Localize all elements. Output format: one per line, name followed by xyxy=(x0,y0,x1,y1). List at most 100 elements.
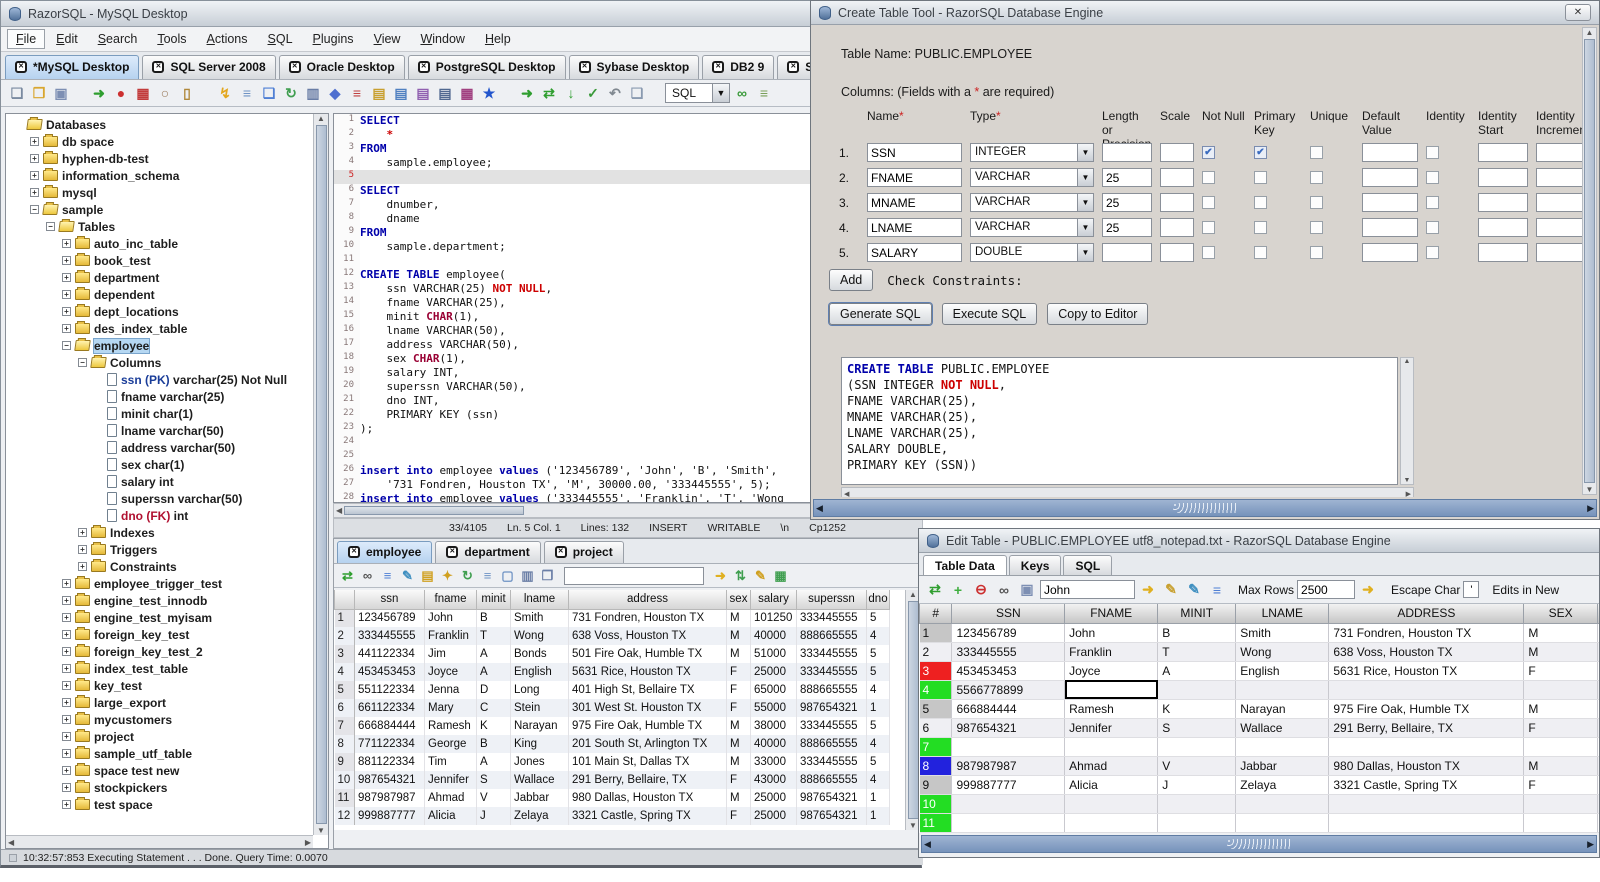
tree-item-key_test[interactable]: + key_test xyxy=(8,677,328,694)
cell[interactable] xyxy=(1328,813,1525,833)
tree-item-mysql[interactable]: + mysql xyxy=(8,184,328,201)
cell[interactable]: A xyxy=(476,663,511,681)
expand-icon[interactable]: + xyxy=(62,664,71,673)
table-row[interactable]: 3 453453453 Joyce A English 5631 Rice, Housto… xyxy=(919,661,1599,681)
cell[interactable]: F xyxy=(726,663,751,681)
cell[interactable]: F xyxy=(726,681,751,699)
primary-key-checkbox[interactable] xyxy=(1254,221,1267,234)
tree-item-databases[interactable]: Databases xyxy=(8,116,328,133)
scale-input[interactable] xyxy=(1160,193,1194,212)
cell[interactable]: Smith xyxy=(510,609,569,627)
column-header-partial[interactable] xyxy=(1596,604,1599,624)
file-refresh-icon[interactable]: ↻ xyxy=(281,83,301,103)
cell[interactable]: Wong xyxy=(510,627,569,645)
tree-item-address-varchar-50-[interactable]: address varchar(50) xyxy=(8,439,328,456)
results-tab-project[interactable]: ✕ project xyxy=(543,541,624,563)
cell[interactable]: 333445555 xyxy=(354,627,425,645)
cell[interactable]: 8 xyxy=(334,735,355,753)
cell[interactable]: Ahmad xyxy=(1064,756,1159,776)
tree-vertical-scrollbar[interactable]: ▲ ▼ xyxy=(313,114,328,835)
cell[interactable]: F xyxy=(1523,775,1598,795)
cell[interactable]: 999887777 xyxy=(354,807,425,825)
results-tab-employee[interactable]: ✕ employee xyxy=(337,541,433,563)
connection-tab-sybase-desktop[interactable]: ✕ Sybase Desktop xyxy=(568,55,700,79)
expand-icon[interactable]: + xyxy=(62,715,71,724)
tree-item-db-space[interactable]: + db space xyxy=(8,133,328,150)
identity-start-input[interactable] xyxy=(1478,243,1528,262)
length-input[interactable] xyxy=(1102,168,1152,187)
expand-icon[interactable]: + xyxy=(30,171,39,180)
cell[interactable]: 638 Voss, Houston TX xyxy=(1328,642,1525,662)
cell[interactable]: 5566778899 xyxy=(951,680,1066,700)
cell[interactable]: Narayan xyxy=(1235,699,1330,719)
cell[interactable]: 401 High St, Bellaire TX xyxy=(568,681,727,699)
cell[interactable]: 3321 Castle, Spring TX xyxy=(568,807,727,825)
table-row[interactable]: 8 987987987 Ahmad V Jabbar 980 Dallas, Housto… xyxy=(919,756,1599,776)
cell[interactable]: 25000 xyxy=(750,807,797,825)
cell[interactable] xyxy=(951,813,1066,833)
cell[interactable]: 3321 Castle, Spring TX xyxy=(1328,775,1525,795)
default-value-input[interactable] xyxy=(1362,193,1418,212)
expand-icon[interactable]: + xyxy=(62,698,71,707)
cell[interactable]: M xyxy=(1523,623,1598,643)
collapse-icon[interactable]: − xyxy=(78,358,87,367)
cell[interactable]: Zelaya xyxy=(1235,775,1330,795)
tree-item-sample[interactable]: − sample xyxy=(8,201,328,218)
commit-icon[interactable]: ○ xyxy=(155,83,175,103)
cell[interactable]: 6 xyxy=(334,699,355,717)
edit-tab-table-data[interactable]: Table Data xyxy=(923,555,1007,575)
cell[interactable]: Joyce xyxy=(1064,661,1159,681)
menu-edit[interactable]: Edit xyxy=(47,29,87,49)
cell[interactable]: 2 xyxy=(1597,661,1599,681)
cell[interactable]: 201 South St, Arlington TX xyxy=(568,735,727,753)
copy-to-editor-button[interactable]: Copy to Editor xyxy=(1047,303,1149,325)
length-input[interactable] xyxy=(1102,243,1152,262)
cell[interactable]: D xyxy=(476,681,511,699)
close-tab-icon[interactable]: ✕ xyxy=(554,546,567,558)
tree-item-minit-char-1-[interactable]: minit char(1) xyxy=(8,405,328,422)
cell[interactable]: F xyxy=(726,771,751,789)
cell[interactable]: Ramesh xyxy=(424,717,477,735)
cell[interactable]: 987654321 xyxy=(796,699,867,717)
tree-item-large_export[interactable]: + large_export xyxy=(8,694,328,711)
cell[interactable]: 1 xyxy=(866,699,890,717)
cell[interactable]: 3 xyxy=(1597,623,1599,643)
column-header-fname[interactable]: fname xyxy=(424,590,477,610)
cell[interactable]: F xyxy=(1523,661,1598,681)
cell[interactable]: 987987987 xyxy=(354,789,425,807)
expand-icon[interactable]: + xyxy=(30,188,39,197)
expand-icon[interactable]: + xyxy=(62,749,71,758)
table-row[interactable]: 11 xyxy=(919,813,1599,833)
cell[interactable] xyxy=(1523,794,1598,814)
cell[interactable]: 987987987 xyxy=(951,756,1066,776)
menu-help[interactable]: Help xyxy=(476,29,520,49)
document-icon[interactable]: ❏ xyxy=(627,83,647,103)
expand-icon[interactable]: + xyxy=(62,630,71,639)
expand-icon[interactable]: + xyxy=(62,681,71,690)
cell[interactable]: Ramesh xyxy=(1064,699,1159,719)
cell[interactable]: S xyxy=(476,771,511,789)
row-number[interactable]: 5 xyxy=(919,699,953,719)
cell[interactable]: 333445555 xyxy=(796,663,867,681)
cell[interactable] xyxy=(1523,737,1598,757)
cell[interactable] xyxy=(1328,794,1525,814)
cell[interactable] xyxy=(1523,680,1598,700)
unique-checkbox[interactable] xyxy=(1310,246,1323,259)
cell[interactable]: 2 xyxy=(1597,756,1599,776)
table-row[interactable]: 11 987987987 Ahmad V Jabbar 980 Dallas, Houst… xyxy=(334,789,890,807)
export-results-icon[interactable]: ❐ xyxy=(538,566,557,585)
tree-item-salary-int[interactable]: salary int xyxy=(8,473,328,490)
expand-icon[interactable]: + xyxy=(62,766,71,775)
cell[interactable]: Jennifer xyxy=(424,771,477,789)
cell[interactable]: 5 xyxy=(866,717,890,735)
table-row[interactable]: 10 987654321 Jennifer S Wallace 291 Berry, Be… xyxy=(334,771,890,789)
close-tab-icon[interactable]: ✕ xyxy=(787,61,800,73)
cell[interactable]: Ahmad xyxy=(424,789,477,807)
tree-item-indexes[interactable]: + Indexes xyxy=(8,524,328,541)
highlight-icon[interactable]: ✎ xyxy=(1161,580,1181,600)
cell[interactable] xyxy=(1597,737,1599,757)
cell[interactable]: 881122334 xyxy=(354,753,425,771)
menu-window[interactable]: Window xyxy=(411,29,473,49)
edit-tab-keys[interactable]: Keys xyxy=(1008,555,1062,575)
cell[interactable]: Alicia xyxy=(1064,775,1159,795)
